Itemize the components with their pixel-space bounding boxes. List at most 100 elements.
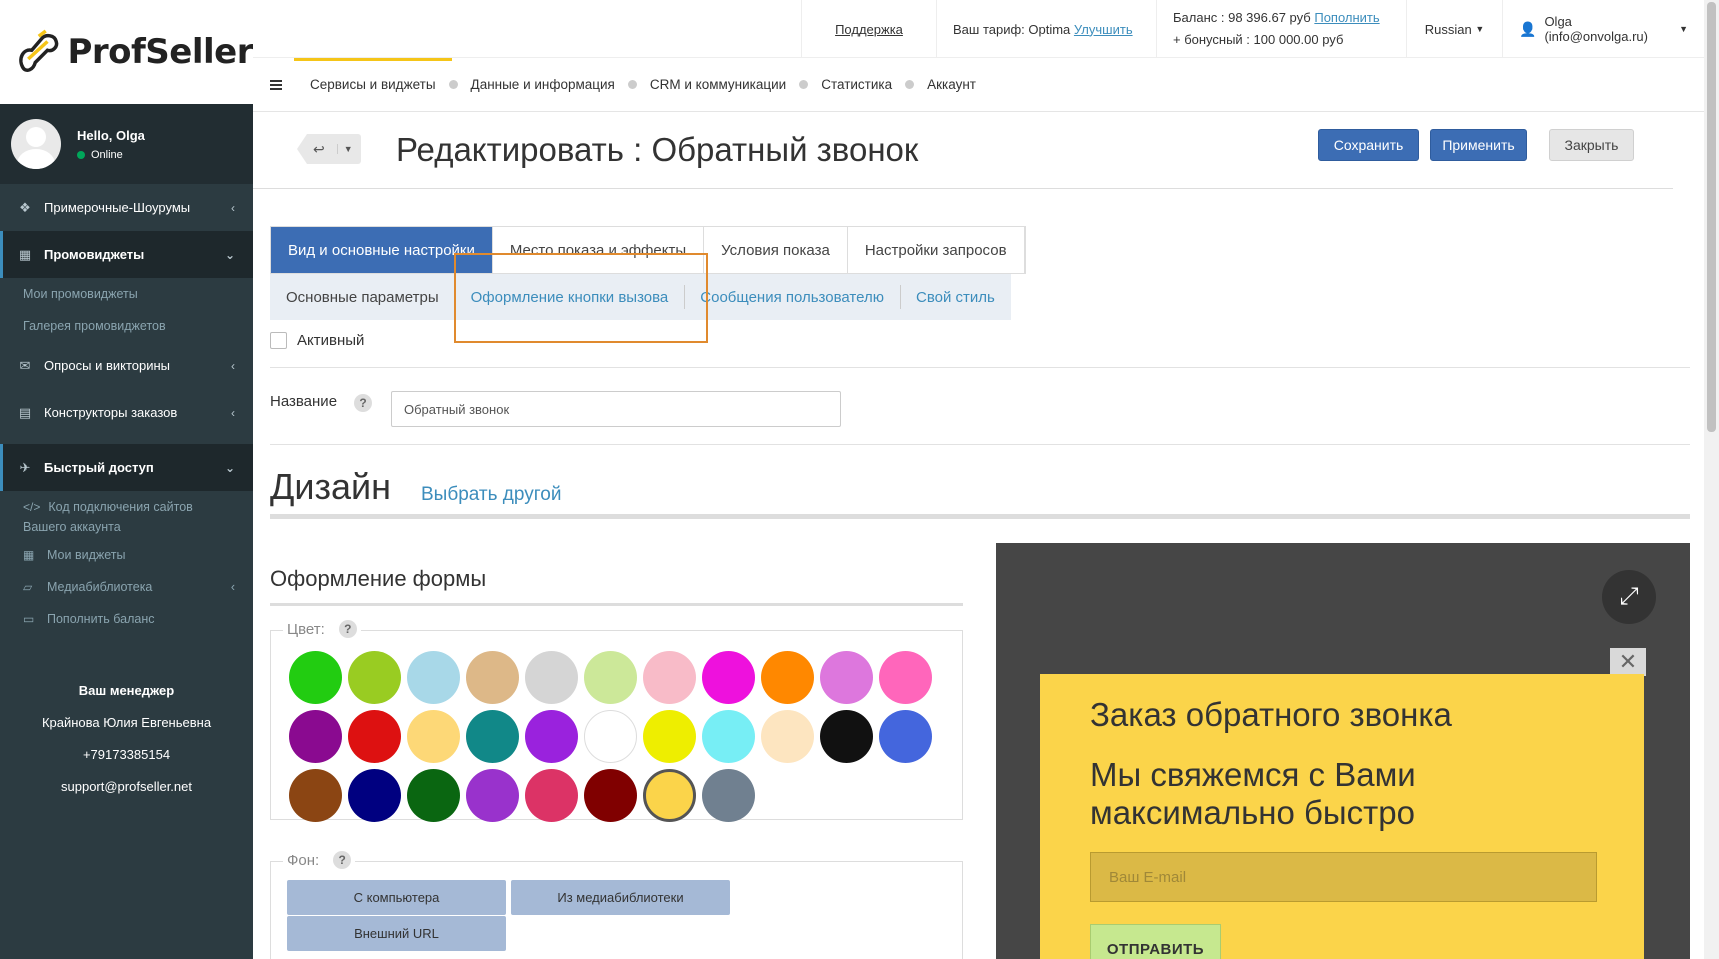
color-swatch[interactable] bbox=[643, 710, 696, 763]
color-swatch[interactable] bbox=[289, 710, 342, 763]
design-divider bbox=[270, 514, 1690, 519]
back-button[interactable]: ↩ ▼ bbox=[297, 134, 361, 164]
color-swatch[interactable] bbox=[348, 710, 401, 763]
preview-title: Заказ обратного звонка bbox=[1090, 696, 1452, 733]
folder-icon: ▱ bbox=[23, 580, 33, 594]
sidebar-subitem-topup-balance[interactable]: ▭ Пополнить баланс bbox=[0, 603, 253, 635]
main-nav: Сервисы и виджеты Данные и информация CR… bbox=[253, 57, 1704, 112]
preview-email-input[interactable]: Ваш E-mail bbox=[1090, 852, 1597, 902]
external-url-button[interactable]: Внешний URL bbox=[287, 916, 506, 951]
color-swatch[interactable] bbox=[584, 710, 637, 763]
bonus-label: + бонусный : 100 000.00 руб bbox=[1173, 32, 1344, 47]
manager-name: Крайнова Юлия Евгеньевна bbox=[41, 715, 212, 730]
quick-access-submenu: </> Код подключения сайтов Вашего аккаунт… bbox=[0, 491, 253, 635]
sidebar-item-surveys[interactable]: ✉ Опросы и викторины ‹ bbox=[0, 342, 253, 389]
promo-submenu: Мои промовиджеты Галерея промовиджетов bbox=[0, 278, 253, 342]
sidebar-subitem-connection-code[interactable]: </> Код подключения сайтов Вашего аккаунт… bbox=[0, 491, 253, 539]
color-swatch[interactable] bbox=[407, 710, 460, 763]
color-swatch[interactable] bbox=[348, 769, 401, 822]
color-swatch[interactable] bbox=[466, 710, 519, 763]
subtab-custom-style[interactable]: Свой стиль bbox=[899, 274, 1011, 320]
tariff-upgrade-link[interactable]: Улучшить bbox=[1074, 22, 1133, 37]
close-button[interactable]: Закрыть bbox=[1549, 129, 1634, 161]
menu-account[interactable]: Аккаунт bbox=[927, 58, 976, 112]
tab-show-conditions[interactable]: Условия показа bbox=[704, 227, 848, 273]
menu-services-widgets[interactable]: Сервисы и виджеты bbox=[294, 57, 452, 112]
color-swatch[interactable] bbox=[702, 710, 755, 763]
active-toggle[interactable]: Активный bbox=[270, 332, 364, 349]
sidebar-subitem-my-widgets[interactable]: ▦ Мои виджеты bbox=[0, 539, 253, 571]
manager-email[interactable]: support@profseller.net bbox=[0, 771, 253, 803]
color-swatch[interactable] bbox=[761, 651, 814, 704]
choose-design-link[interactable]: Выбрать другой bbox=[421, 484, 561, 506]
active-checkbox[interactable] bbox=[270, 332, 287, 349]
menu-statistics[interactable]: Статистика bbox=[821, 58, 892, 112]
from-media-library-button[interactable]: Из медиабиблиотеки bbox=[511, 880, 730, 915]
expand-icon[interactable]: ⤢ bbox=[1602, 570, 1656, 624]
divider bbox=[270, 444, 1690, 445]
form-design-title: Оформление формы bbox=[270, 566, 487, 591]
help-icon[interactable]: ? bbox=[354, 394, 372, 412]
color-swatch[interactable] bbox=[348, 651, 401, 704]
color-swatch[interactable] bbox=[643, 769, 696, 822]
user-icon: 👤 bbox=[1519, 20, 1537, 37]
menu-data-info[interactable]: Данные и информация bbox=[471, 58, 615, 112]
color-swatch[interactable] bbox=[820, 710, 873, 763]
sidebar: ProfSeller Hello, Olga Online ❖ Примероч… bbox=[0, 0, 253, 959]
color-swatch[interactable] bbox=[702, 769, 755, 822]
color-swatch[interactable] bbox=[820, 651, 873, 704]
help-icon[interactable]: ? bbox=[338, 620, 357, 638]
sidebar-subitem-promowidgets-gallery[interactable]: Галерея промовиджетов bbox=[0, 310, 253, 342]
menu-separator-dot bbox=[799, 80, 809, 89]
menu-crm[interactable]: CRM и коммуникации bbox=[650, 58, 786, 112]
account-menu[interactable]: 👤 Olga (info@onvolga.ru) ▼ bbox=[1502, 0, 1704, 58]
color-swatch[interactable] bbox=[289, 651, 342, 704]
upload-from-computer-button[interactable]: С компьютера bbox=[287, 880, 506, 915]
sidebar-item-quick-access[interactable]: ✈ Быстрый доступ ⌄ bbox=[0, 444, 253, 491]
color-swatch[interactable] bbox=[525, 651, 578, 704]
divider bbox=[270, 367, 1690, 368]
color-swatch[interactable] bbox=[525, 710, 578, 763]
sidebar-item-promowidgets[interactable]: ▦ Промовиджеты ⌄ bbox=[0, 231, 253, 278]
color-swatch[interactable] bbox=[879, 710, 932, 763]
online-dot-icon bbox=[77, 150, 85, 159]
color-swatch[interactable] bbox=[289, 769, 342, 822]
preview-subtitle: Мы свяжемся с Вами максимально быстро bbox=[1090, 756, 1416, 831]
preview-submit-button[interactable]: ОТПРАВИТЬ bbox=[1090, 924, 1221, 959]
close-icon[interactable]: ✕ bbox=[1610, 648, 1646, 676]
comments-icon: ✉ bbox=[19, 357, 31, 373]
name-input[interactable] bbox=[391, 391, 841, 427]
color-swatch[interactable] bbox=[466, 769, 519, 822]
scrollbar-thumb[interactable] bbox=[1707, 2, 1716, 432]
subtab-basic-params[interactable]: Основные параметры bbox=[270, 274, 455, 320]
sidebar-item-order-builders[interactable]: ▤ Конструкторы заказов ‹ bbox=[0, 389, 253, 436]
save-button[interactable]: Сохранить bbox=[1318, 129, 1419, 161]
caret-down-icon: ▼ bbox=[336, 144, 353, 154]
tab-request-settings[interactable]: Настройки запросов bbox=[848, 227, 1025, 273]
language-selector[interactable]: Russian ▼ bbox=[1406, 0, 1502, 58]
color-swatch[interactable] bbox=[879, 651, 932, 704]
subtab-user-messages[interactable]: Сообщения пользователю bbox=[684, 274, 900, 320]
color-swatch[interactable] bbox=[407, 769, 460, 822]
logo-icon bbox=[19, 29, 59, 72]
menu-separator-dot bbox=[448, 80, 458, 89]
tariff-label: Ваш тариф: Optima bbox=[953, 21, 1071, 37]
sidebar-subitem-my-promowidgets[interactable]: Мои промовиджеты bbox=[0, 278, 253, 310]
help-icon[interactable]: ? bbox=[333, 851, 352, 869]
color-swatch[interactable] bbox=[407, 651, 460, 704]
scrollbar[interactable] bbox=[1704, 0, 1719, 959]
color-swatch[interactable] bbox=[466, 651, 519, 704]
balance-topup-link[interactable]: Пополнить bbox=[1314, 10, 1379, 25]
color-swatch[interactable] bbox=[525, 769, 578, 822]
color-swatch[interactable] bbox=[584, 769, 637, 822]
color-swatch[interactable] bbox=[643, 651, 696, 704]
color-swatch[interactable] bbox=[702, 651, 755, 704]
hamburger-menu-icon[interactable] bbox=[270, 78, 282, 92]
sidebar-subitem-media-library[interactable]: ▱ Медиабиблиотека ‹ bbox=[0, 571, 253, 603]
color-swatch[interactable] bbox=[584, 651, 637, 704]
sidebar-item-showrooms[interactable]: ❖ Примерочные-Шоурумы ‹ bbox=[0, 184, 253, 231]
logo[interactable]: ProfSeller bbox=[0, 0, 253, 104]
color-swatch[interactable] bbox=[761, 710, 814, 763]
support-link[interactable]: Поддержка bbox=[835, 22, 903, 37]
apply-button[interactable]: Применить bbox=[1430, 129, 1527, 161]
